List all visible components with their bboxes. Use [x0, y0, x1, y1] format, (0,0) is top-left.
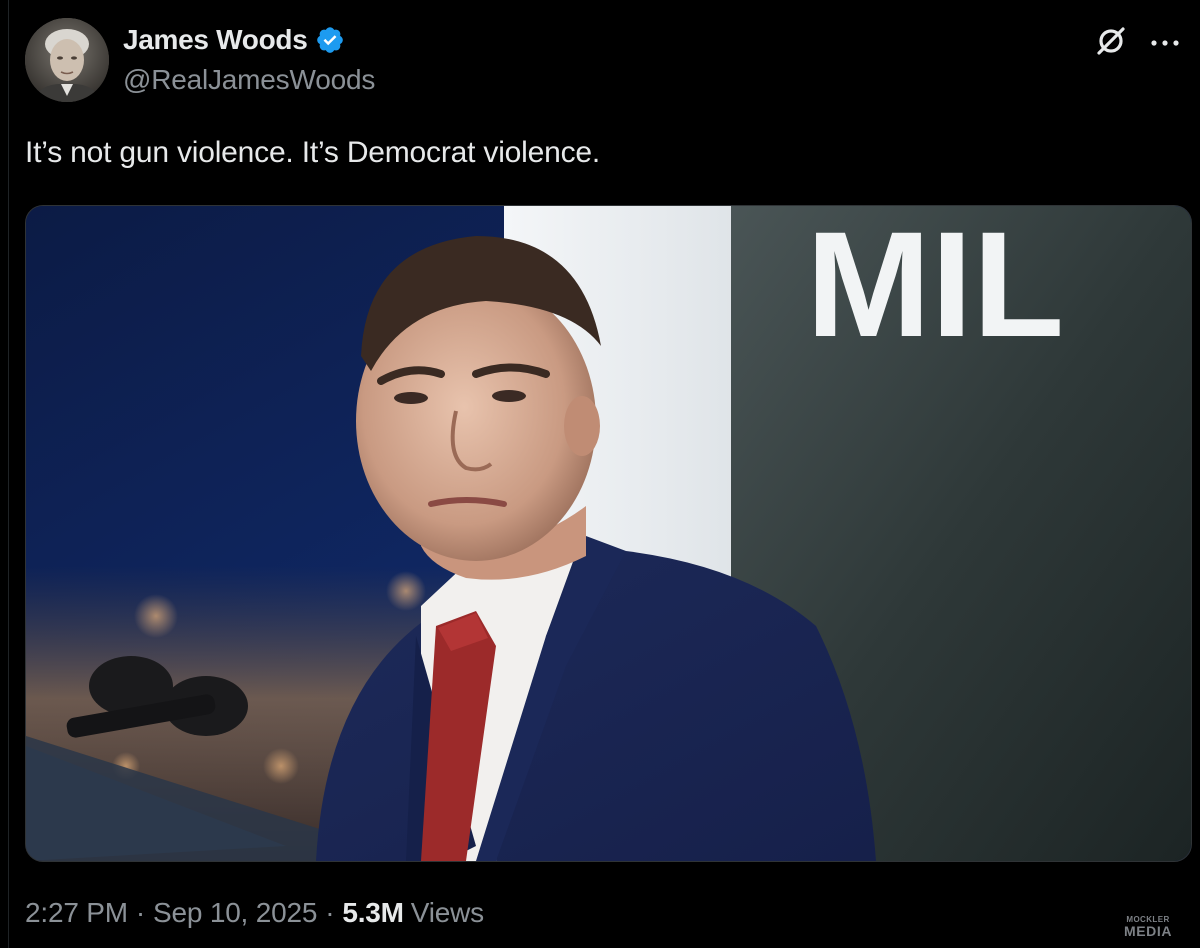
- tweet-text: It’s not gun violence. It’s Democrat vio…: [25, 136, 600, 169]
- tweet-meta: 2:27 PM · Sep 10, 2025 · 5.3M Views: [25, 897, 484, 929]
- more-options-icon[interactable]: [1150, 35, 1180, 53]
- views-label[interactable]: Views: [411, 897, 484, 929]
- author-avatar[interactable]: [25, 18, 109, 102]
- author-info: James Woods @RealJamesWoods: [123, 20, 375, 96]
- author-display-name[interactable]: James Woods: [123, 24, 308, 56]
- meta-separator: ·: [325, 897, 335, 928]
- header-actions: [1094, 24, 1180, 63]
- watermark-bottom: MEDIA: [1123, 923, 1173, 939]
- display-name-row: James Woods: [123, 20, 375, 60]
- sign-text: MIL: [806, 206, 1064, 368]
- tweet-media-photo[interactable]: MIL: [25, 205, 1192, 862]
- x-logo-icon[interactable]: [1094, 24, 1128, 63]
- tweet-date[interactable]: Sep 10, 2025: [153, 897, 317, 929]
- author-handle[interactable]: @RealJamesWoods: [123, 64, 375, 96]
- tweet-time[interactable]: 2:27 PM: [25, 897, 128, 929]
- verified-badge-icon: [315, 25, 345, 55]
- photo-illustration: MIL: [26, 206, 1191, 861]
- tweet-screenshot: James Woods @RealJamesWoods It’s not gun…: [0, 0, 1200, 948]
- tweet-header: James Woods @RealJamesWoods: [25, 18, 1180, 108]
- views-count[interactable]: 5.3M: [342, 897, 404, 929]
- avatar-photo: [25, 18, 109, 102]
- meta-separator: ·: [135, 897, 146, 928]
- mockler-media-watermark: MOCKLER MEDIA: [1120, 916, 1176, 939]
